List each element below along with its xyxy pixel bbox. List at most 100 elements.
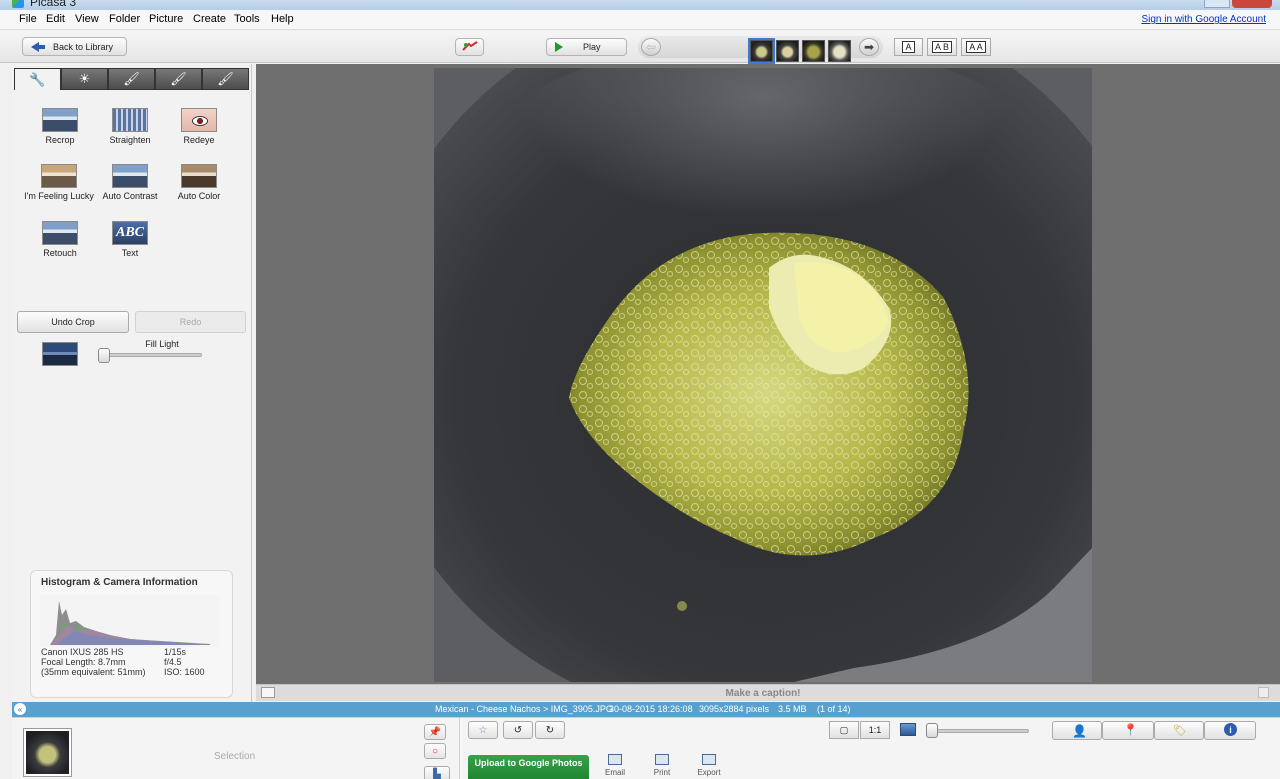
photo-date: 30-08-2015 18:26:08: [609, 704, 693, 714]
auto-color-label: Auto Color: [177, 191, 221, 201]
menu-file[interactable]: File: [19, 13, 37, 25]
rotate-right-button[interactable]: ↻: [535, 721, 565, 739]
rotate-left-icon: ↺: [513, 724, 523, 736]
recrop-label: Recrop: [45, 135, 75, 145]
redeye-label: Redeye: [183, 135, 215, 145]
caption-input[interactable]: Make a caption!: [256, 688, 1270, 699]
map-pin-icon: 📍: [1123, 723, 1138, 737]
shutter-speed: 1/15s: [164, 647, 187, 657]
tab-basic-fixes[interactable]: 🔧: [14, 68, 61, 90]
collapse-panel-button[interactable]: «: [14, 703, 26, 715]
text-size-large-label: A A: [966, 41, 986, 53]
menu-picture[interactable]: Picture: [149, 13, 183, 25]
recrop-tool[interactable]: Recrop: [23, 108, 97, 145]
straighten-tool[interactable]: Straighten: [93, 108, 167, 145]
menu-help[interactable]: Help: [271, 13, 294, 25]
photo[interactable]: [434, 68, 1092, 682]
print-button[interactable]: Print: [642, 754, 682, 777]
upload-to-google-photos-button[interactable]: Upload to Google Photos: [468, 755, 589, 779]
text-size-medium-label: A B: [931, 41, 952, 53]
left-arrow-icon: ⇦: [645, 40, 657, 54]
straighten-icon: [112, 108, 148, 132]
back-arrow-icon: [31, 41, 45, 53]
camera-model: Canon IXUS 285 HS: [41, 647, 124, 657]
zoom-icon: [900, 723, 916, 736]
next-photo-button[interactable]: ➡: [859, 38, 879, 56]
photo-size: 3.5 MB: [778, 704, 807, 714]
tab-effects[interactable]: 🖌: [108, 68, 155, 90]
back-to-library-button[interactable]: Back to Library: [22, 37, 127, 56]
clear-button[interactable]: ○: [424, 743, 446, 759]
tags-button[interactable]: 🏷: [1154, 721, 1204, 740]
wrench-icon: 🔧: [29, 71, 46, 87]
feeling-lucky-icon: [41, 164, 77, 188]
email-button[interactable]: Email: [595, 754, 635, 777]
effects-button[interactable]: [455, 38, 484, 56]
hold-button[interactable]: 📌: [424, 724, 446, 740]
redo-button[interactable]: Redo: [135, 311, 246, 333]
maximize-button[interactable]: [1204, 0, 1230, 8]
undo-crop-button[interactable]: Undo Crop: [17, 311, 129, 333]
play-icon: [555, 42, 563, 52]
histogram-graph: [40, 595, 220, 647]
photo-image: [434, 68, 1092, 682]
previous-photo-button[interactable]: ⇦: [641, 38, 661, 56]
export-button[interactable]: Export: [689, 754, 729, 777]
fill-light-slider-track[interactable]: [100, 353, 202, 357]
text-tool[interactable]: ABC Text: [93, 221, 167, 258]
album-button[interactable]: ▙: [424, 766, 450, 779]
tag-icon: 🏷: [1173, 725, 1187, 737]
places-button[interactable]: 📍: [1102, 721, 1154, 740]
feeling-lucky-tool[interactable]: I'm Feeling Lucky: [21, 164, 97, 201]
double-chevron-left-icon: «: [17, 704, 23, 714]
text-size-medium-button[interactable]: A B: [927, 38, 957, 56]
zoom-slider-knob[interactable]: [926, 723, 938, 738]
play-button[interactable]: Play: [546, 38, 627, 56]
edit-panel: 🔧 ☀ 🖌 🖌 🖌 Recrop Straighten Redeye I'm F…: [12, 64, 252, 702]
actual-size-button[interactable]: 1:1: [860, 721, 890, 739]
close-window-button[interactable]: [1232, 0, 1272, 8]
email-icon: [608, 754, 622, 765]
rotate-right-icon: ↻: [545, 724, 555, 736]
text-size-large-button[interactable]: A A: [961, 38, 991, 56]
fit-view-button[interactable]: ▢: [829, 721, 859, 739]
auto-color-tool[interactable]: Auto Color: [162, 164, 236, 201]
caption-expand-icon[interactable]: [1258, 687, 1269, 698]
rotate-left-button[interactable]: ↺: [503, 721, 533, 739]
info-button[interactable]: i: [1204, 721, 1256, 740]
zoom-slider-track[interactable]: [929, 729, 1029, 733]
tray-thumbnail[interactable]: [24, 729, 71, 776]
menu-tools[interactable]: Tools: [234, 13, 260, 25]
text-size-small-button[interactable]: A: [894, 38, 923, 56]
filmstrip-thumb-3[interactable]: [802, 40, 825, 62]
tab-effects-2[interactable]: 🖌: [155, 68, 202, 90]
filmstrip-thumb-4[interactable]: [828, 40, 851, 62]
menu-edit[interactable]: Edit: [46, 13, 65, 25]
auto-contrast-tool[interactable]: Auto Contrast: [93, 164, 167, 201]
photo-position: (1 of 14): [817, 704, 851, 714]
redeye-tool[interactable]: Redeye: [162, 108, 236, 145]
menu-create[interactable]: Create: [193, 13, 226, 25]
sign-in-link[interactable]: Sign in with Google Account: [1141, 14, 1266, 25]
album-icon: ▙: [433, 768, 441, 779]
retouch-label: Retouch: [43, 248, 77, 258]
star-button[interactable]: ☆: [468, 721, 498, 739]
tab-effects-3[interactable]: 🖌: [202, 68, 249, 90]
people-button[interactable]: 👤: [1052, 721, 1102, 740]
filmstrip-thumb-1[interactable]: [748, 38, 775, 64]
retouch-tool[interactable]: Retouch: [23, 221, 97, 258]
menu-view[interactable]: View: [75, 13, 99, 25]
recrop-icon: [42, 108, 78, 132]
fill-light-slider-knob[interactable]: [98, 348, 110, 363]
print-icon: [655, 754, 669, 765]
filmstrip-thumb-2[interactable]: [776, 40, 799, 62]
retouch-icon: [42, 221, 78, 245]
auto-color-icon: [181, 164, 217, 188]
fill-light-label: Fill Light: [145, 339, 179, 349]
auto-contrast-icon: [112, 164, 148, 188]
menu-folder[interactable]: Folder: [109, 13, 140, 25]
play-label: Play: [583, 42, 601, 52]
email-label: Email: [604, 768, 625, 777]
tab-tuning[interactable]: ☀: [61, 68, 108, 90]
aperture: f/4.5: [164, 657, 182, 667]
